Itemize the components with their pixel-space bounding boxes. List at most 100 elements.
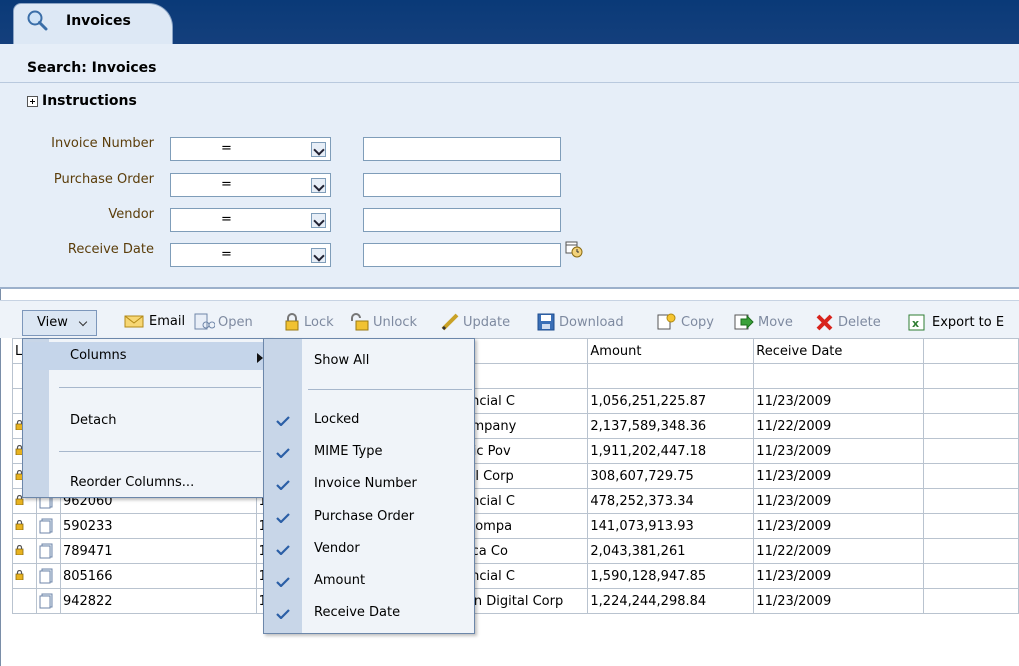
lock-cell bbox=[12, 538, 37, 564]
purchase-order-operator-select[interactable]: = bbox=[170, 173, 331, 197]
invoice-number-input[interactable] bbox=[363, 137, 561, 161]
filler-cell bbox=[923, 588, 1019, 614]
amount-cell: 2,043,381,261 bbox=[587, 538, 755, 564]
vendor-operator-select[interactable]: = bbox=[170, 208, 331, 232]
excel-icon: x bbox=[908, 314, 925, 331]
invoice-number-cell: 805166 bbox=[59, 563, 257, 589]
unlock-icon bbox=[351, 313, 369, 331]
amount-cell: 1,911,202,447.18 bbox=[587, 438, 755, 464]
invoice-number-cell: 789471 bbox=[59, 538, 257, 564]
export-label: Export to E bbox=[932, 314, 1005, 330]
table-row[interactable]: 78947110f America Co2,043,381,26111/22/2… bbox=[12, 538, 1019, 564]
chevron-down-icon[interactable] bbox=[311, 142, 326, 157]
menu-item-column-toggle[interactable]: Invoice Number bbox=[314, 476, 417, 491]
checkmark-icon bbox=[276, 448, 290, 458]
columns-submenu: Show All Locked MIME Type Invoice Number Pu… bbox=[263, 338, 475, 634]
receive-date-cell: 11/22/2009 bbox=[753, 538, 925, 564]
menu-item-column-toggle[interactable]: Purchase Order bbox=[314, 509, 414, 524]
mime-cell bbox=[35, 563, 61, 589]
filler-cell bbox=[923, 413, 1019, 439]
menu-item-column-toggle[interactable]: Vendor bbox=[314, 541, 360, 556]
menu-item-columns-label: Columns bbox=[70, 348, 127, 363]
divider bbox=[0, 82, 1019, 83]
receive-date-cell: 11/23/2009 bbox=[753, 513, 925, 539]
table-row[interactable]: 942822106887Northern Digital Corp1,224,2… bbox=[12, 588, 1019, 614]
filler-cell bbox=[923, 438, 1019, 464]
open-button[interactable]: Open bbox=[193, 313, 253, 331]
amount-cell: 141,073,913.93 bbox=[587, 513, 755, 539]
amount-cell: 1,224,244,298.84 bbox=[587, 588, 755, 614]
vendor-input[interactable] bbox=[363, 208, 561, 232]
menu-item-reorder-columns[interactable]: Reorder Columns... bbox=[70, 475, 194, 490]
filler-cell bbox=[923, 363, 1019, 389]
invoice-number-label: Invoice Number bbox=[51, 136, 154, 151]
lock-icon bbox=[15, 544, 24, 555]
search-title: Search: Invoices bbox=[27, 60, 157, 76]
lock-button[interactable]: Lock bbox=[283, 313, 334, 331]
menu-item-column-toggle[interactable]: Amount bbox=[314, 573, 365, 588]
menu-separator bbox=[59, 387, 261, 388]
checkmark-icon bbox=[276, 609, 290, 619]
unlock-button[interactable]: Unlock bbox=[350, 313, 417, 331]
column-header-receive-date[interactable]: Receive Date bbox=[753, 338, 925, 364]
filler-cell bbox=[923, 563, 1019, 589]
chevron-down-icon[interactable] bbox=[311, 178, 326, 193]
menu-item-detach[interactable]: Detach bbox=[70, 413, 116, 428]
checkmark-icon bbox=[276, 480, 290, 490]
unlock-label: Unlock bbox=[373, 314, 417, 330]
table-row[interactable]: 59023310Union Compa141,073,913.9311/23/2… bbox=[12, 513, 1019, 539]
table-row[interactable]: 80516610ne Financial C1,590,128,947.8511… bbox=[12, 563, 1019, 589]
document-icon bbox=[39, 543, 53, 559]
email-button[interactable]: Email bbox=[124, 313, 185, 329]
amount-cell: 2,137,589,348.36 bbox=[587, 413, 755, 439]
expand-icon[interactable] bbox=[27, 95, 38, 107]
menu-item-column-toggle[interactable]: Receive Date bbox=[314, 605, 400, 620]
receive-date-cell bbox=[753, 363, 925, 389]
receive-date-label: Receive Date bbox=[67, 242, 154, 257]
calendar-icon[interactable] bbox=[565, 240, 583, 258]
purchase-order-input[interactable] bbox=[363, 173, 561, 197]
receive-date-operator-select[interactable]: = bbox=[170, 243, 331, 267]
menu-item-column-toggle[interactable]: MIME Type bbox=[314, 444, 382, 459]
view-menu: Columns Detach Reorder Columns... bbox=[22, 338, 272, 498]
checkmark-icon bbox=[276, 416, 290, 426]
invoice-number-operator-select[interactable]: = bbox=[170, 137, 331, 161]
lock-label: Lock bbox=[304, 314, 334, 330]
menu-item-column-toggle[interactable]: Locked bbox=[314, 412, 359, 427]
column-header-amount[interactable]: Amount bbox=[587, 338, 755, 364]
download-label: Download bbox=[559, 314, 624, 330]
tab-invoices[interactable]: Invoices bbox=[13, 3, 173, 45]
filler-cell bbox=[923, 538, 1019, 564]
mime-cell bbox=[35, 538, 61, 564]
menu-item-columns[interactable]: Columns bbox=[23, 342, 271, 370]
chevron-down-icon[interactable] bbox=[311, 248, 326, 263]
chevron-down-icon[interactable] bbox=[311, 213, 326, 228]
delete-label: Delete bbox=[838, 314, 881, 330]
mime-cell bbox=[35, 588, 61, 614]
menu-item-show-all[interactable]: Show All bbox=[314, 353, 369, 368]
instructions-label: Instructions bbox=[42, 93, 137, 109]
copy-button[interactable]: Copy bbox=[656, 313, 714, 331]
receive-date-cell: 11/23/2009 bbox=[753, 488, 925, 514]
export-button[interactable]: x Export to E bbox=[907, 313, 1004, 331]
instructions-toggle[interactable]: Instructions bbox=[27, 93, 137, 109]
download-button[interactable]: Download bbox=[536, 313, 624, 331]
menu-separator bbox=[308, 389, 472, 390]
delete-button[interactable]: Delete bbox=[815, 313, 881, 331]
receive-date-input[interactable] bbox=[363, 243, 561, 267]
receive-date-cell: 11/23/2009 bbox=[753, 438, 925, 464]
search-icon bbox=[27, 10, 48, 31]
copy-label: Copy bbox=[681, 314, 714, 330]
operator-value: = bbox=[221, 212, 232, 227]
update-label: Update bbox=[463, 314, 511, 330]
results-toolbar: View Email Open Lock Unlock Update Downl… bbox=[0, 300, 1019, 338]
operator-value: = bbox=[221, 247, 232, 262]
view-menu-button[interactable]: View bbox=[22, 310, 97, 336]
move-button[interactable]: Move bbox=[733, 313, 793, 331]
receive-date-cell: 11/22/2009 bbox=[753, 413, 925, 439]
open-icon bbox=[194, 313, 215, 330]
update-button[interactable]: Update bbox=[440, 313, 510, 331]
move-icon bbox=[734, 314, 754, 330]
filler-cell bbox=[923, 488, 1019, 514]
checkmark-icon bbox=[276, 513, 290, 523]
